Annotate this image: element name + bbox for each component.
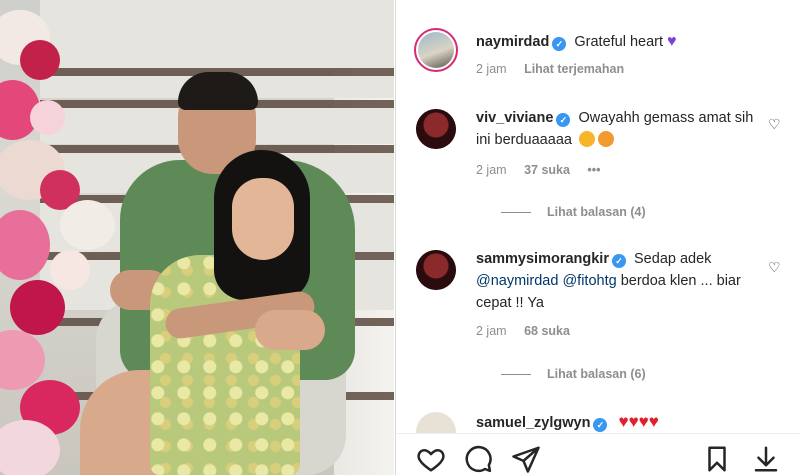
comment-item: viv_viviane ✓ Owayahh gemass amat sih ini… [416, 105, 790, 225]
verified-badge-icon: ✓ [556, 113, 571, 127]
avatar[interactable] [416, 412, 456, 433]
photo-woman-face [232, 178, 294, 260]
comment-likes[interactable]: 37 suka [524, 163, 570, 177]
like-comment-heart-icon[interactable]: ♡ [768, 117, 782, 131]
verified-badge-icon: ✓ [593, 418, 608, 432]
caption-username[interactable]: naymirdad [476, 34, 549, 50]
purple-heart-emoji-icon: ♥ [667, 33, 677, 50]
mention-link[interactable]: @fitohtg [562, 273, 616, 289]
bookmark-icon[interactable] [702, 444, 732, 474]
replies-divider [501, 211, 531, 213]
view-replies-label: Lihat balasan (6) [547, 367, 646, 381]
view-replies-label: Lihat balasan (4) [547, 205, 646, 219]
more-options-icon[interactable]: ••• [587, 163, 600, 177]
comment-username[interactable]: viv_viviane [476, 110, 553, 126]
avatar[interactable] [414, 28, 458, 72]
photo-man-hair [178, 72, 258, 110]
heart-outline-icon[interactable] [416, 444, 446, 474]
caption: naymirdad ✓ Grateful heart ♥ 2 jam Lihat t… [414, 22, 790, 82]
comment-likes[interactable]: 68 suka [524, 324, 570, 338]
comment-bubble-icon[interactable] [463, 444, 493, 474]
verified-badge-icon: ✓ [552, 37, 567, 51]
view-replies-button[interactable]: Lihat balasan (6) [501, 367, 646, 381]
download-icon[interactable] [751, 444, 781, 474]
comment-text: Sedap adek [634, 251, 712, 267]
avatar[interactable] [416, 250, 456, 290]
avatar[interactable] [416, 109, 456, 149]
post-action-bar [396, 433, 800, 475]
red-hearts-emoji: ♥♥♥♥ [618, 412, 659, 431]
like-comment-heart-icon[interactable]: ♡ [768, 260, 782, 274]
comments-panel: naymirdad ✓ Grateful heart ♥ 2 jam Lihat t… [395, 0, 800, 475]
verified-badge-icon: ✓ [611, 254, 626, 268]
comment-time: 2 jam [476, 324, 507, 338]
comment-item: samuel_zylgwyn ✓ ♥♥♥♥ [416, 408, 790, 433]
photo-flowers [0, 0, 140, 475]
comment-username[interactable]: samuel_zylgwyn [476, 415, 590, 431]
comment-item: sammysimorangkir ✓ Sedap adek @naymirdad … [416, 248, 790, 388]
translate-link[interactable]: Lihat terjemahan [524, 62, 624, 76]
replies-divider [501, 373, 531, 375]
comment-username[interactable]: sammysimorangkir [476, 251, 609, 267]
kiss-emoji-icon [578, 131, 595, 147]
caption-time: 2 jam [476, 62, 507, 76]
mention-link[interactable]: @naymirdad [476, 273, 558, 289]
post-photo[interactable] [0, 0, 394, 475]
hearts-face-emoji-icon [597, 131, 614, 147]
paper-plane-icon[interactable] [511, 444, 541, 474]
comment-time: 2 jam [476, 163, 507, 177]
view-replies-button[interactable]: Lihat balasan (4) [501, 205, 646, 219]
caption-text: Grateful heart [574, 34, 664, 50]
